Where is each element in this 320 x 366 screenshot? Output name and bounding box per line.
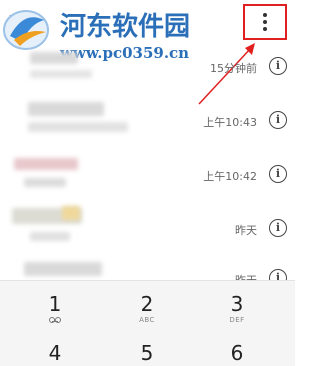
dialpad-key-4[interactable]: 4 (25, 342, 85, 364)
more-options-button[interactable] (243, 4, 287, 40)
call-time: 上午10:42 (203, 170, 257, 183)
key-digit: 6 (230, 341, 244, 365)
app-header: 电话 河东软件园 www.pc0359.cn (0, 0, 295, 105)
key-letters: ABC (139, 316, 155, 324)
dialpad-key-6[interactable]: 6 (207, 342, 267, 364)
blurred-contact-detail (28, 122, 128, 132)
call-log-item[interactable]: 15分钟前 i (0, 40, 295, 94)
blurred-contact-badge (62, 206, 80, 220)
blurred-contact-detail (24, 178, 66, 187)
call-time: 昨天 (235, 224, 257, 237)
more-vert-icon-dot (263, 20, 267, 24)
dialpad: 1 2 ABC 3 DEF 4 5 6 (0, 280, 295, 366)
info-icon[interactable]: i (269, 57, 287, 75)
blurred-contact-detail (30, 70, 92, 78)
blurred-contact-detail (30, 232, 70, 241)
key-digit: 3 (230, 292, 244, 316)
key-digit: 2 (140, 292, 154, 316)
more-vert-icon (263, 13, 267, 17)
info-icon[interactable]: i (269, 219, 287, 237)
call-log-item[interactable]: 上午10:42 i (0, 148, 295, 202)
blurred-contact-name (14, 158, 78, 170)
voicemail-icon (49, 317, 61, 323)
more-vert-icon-dot (263, 27, 267, 31)
call-log-item[interactable]: 昨天 i (0, 202, 295, 256)
blurred-contact-name (24, 262, 102, 276)
key-digit: 5 (140, 341, 154, 365)
info-icon[interactable]: i (269, 165, 287, 183)
call-time: 15分钟前 (210, 62, 257, 75)
dialpad-key-1[interactable]: 1 (25, 293, 85, 324)
dialpad-key-2[interactable]: 2 ABC (117, 293, 177, 324)
blurred-contact-name (28, 102, 104, 116)
info-icon[interactable]: i (269, 111, 287, 129)
blurred-contact-name (30, 52, 78, 64)
key-digit: 4 (48, 341, 62, 365)
phone-app: 电话 河东软件园 www.pc0359.cn 15分钟前 i 上午10:43 i (0, 0, 295, 366)
dialpad-key-5[interactable]: 5 (117, 342, 177, 364)
call-log-item[interactable]: 上午10:43 i (0, 94, 295, 148)
key-digit: 1 (48, 292, 62, 316)
watermark-site-name: 河东软件园 (60, 12, 191, 42)
key-letters: DEF (229, 316, 245, 324)
call-time: 上午10:43 (203, 116, 257, 129)
voicemail-icon-wrap (25, 316, 85, 324)
dialpad-key-3[interactable]: 3 DEF (207, 293, 267, 324)
